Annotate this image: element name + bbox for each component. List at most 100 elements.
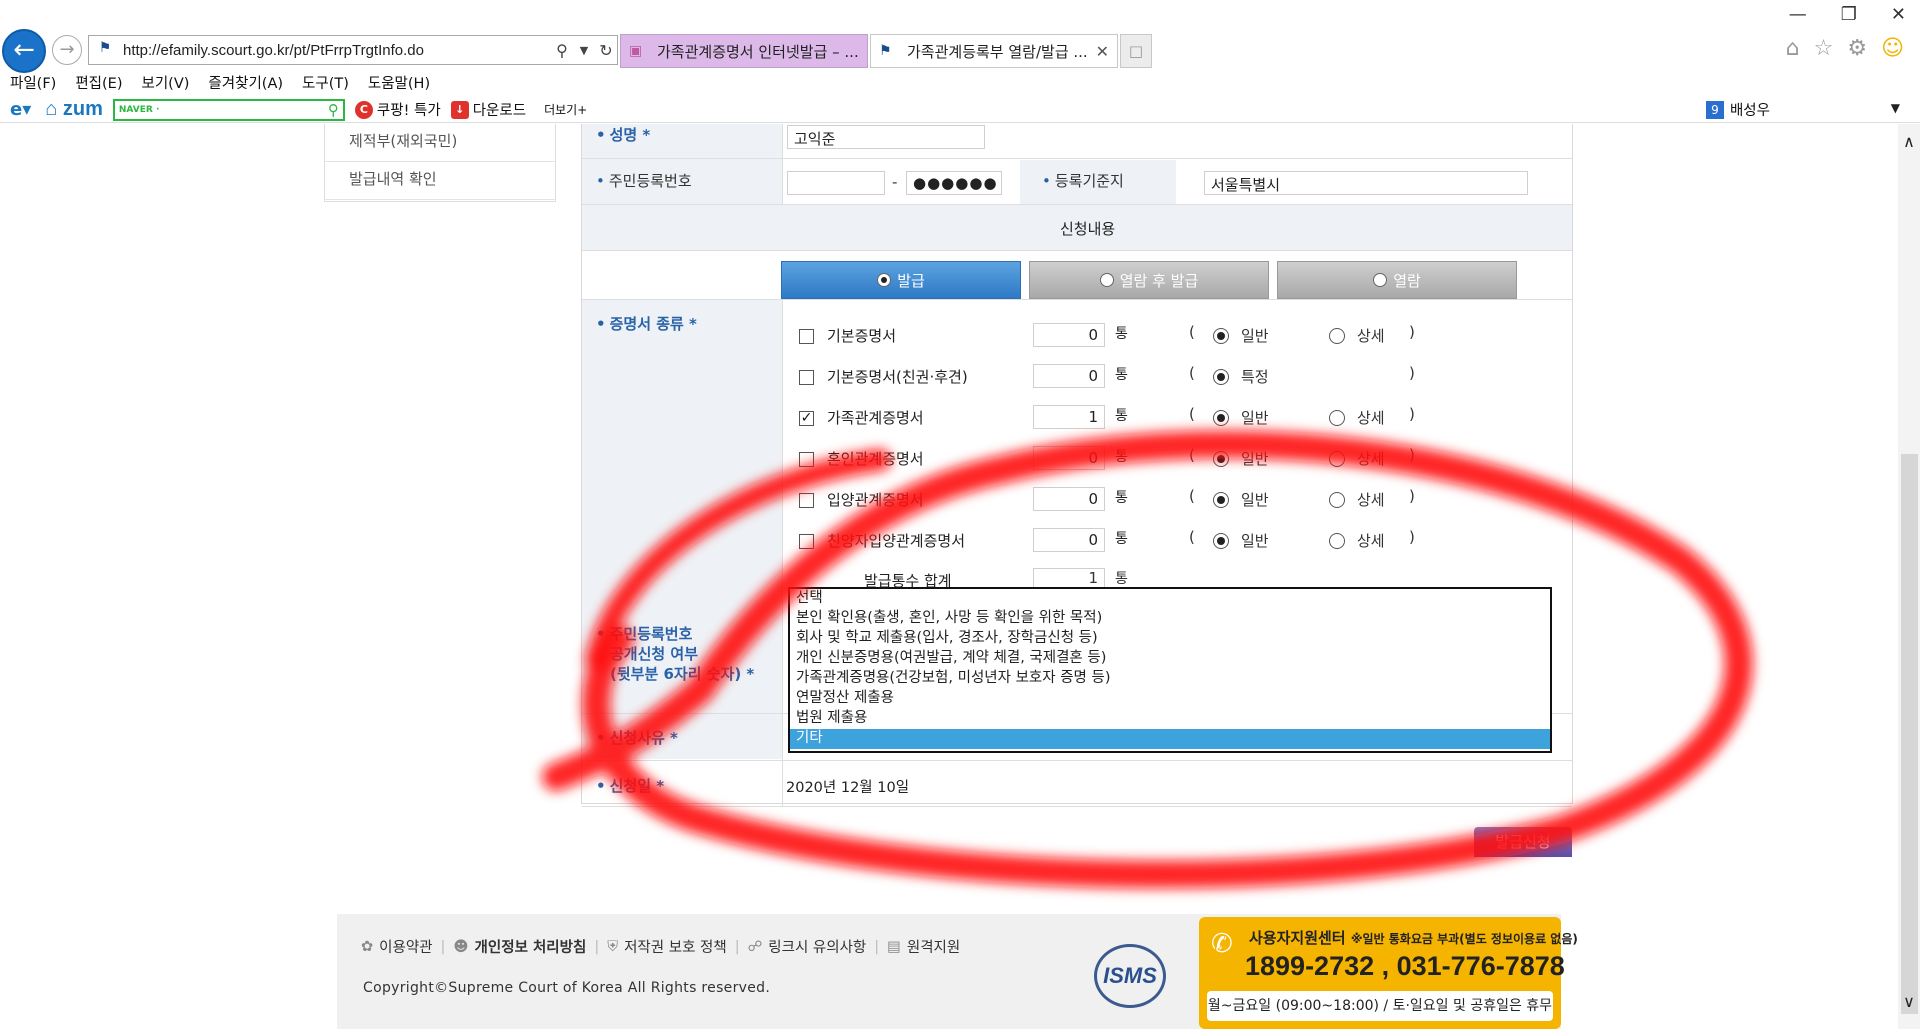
mode-view-then-issue-label: 열람 후 발급	[1119, 271, 1199, 290]
menu-help[interactable]: 도움말(H)	[358, 70, 439, 94]
footer-link-privacy[interactable]: 개인정보 처리방침	[475, 936, 587, 957]
scroll-thumb[interactable]	[1901, 454, 1918, 1014]
terms-icon: ✿	[361, 938, 374, 955]
menu-favorites[interactable]: 즐겨찾기(A)	[198, 70, 292, 94]
name-field[interactable]: 고익준	[787, 125, 985, 149]
close-icon[interactable]: ✕	[1891, 4, 1906, 25]
footer-link-copyright[interactable]: 저작권 보호 정책	[624, 936, 727, 957]
cert-opt-general[interactable]: 일반	[1213, 407, 1269, 428]
fav-download[interactable]: ↓ 다운로드	[450, 99, 526, 120]
reason-option[interactable]: 개인 신분증명용(여권발급, 계약 체결, 국제결혼 등)	[790, 649, 1550, 669]
cert-checkbox[interactable]	[799, 370, 814, 385]
close-tab-icon[interactable]: ✕	[1096, 42, 1109, 61]
reason-option[interactable]: 선택	[790, 589, 1550, 609]
mode-issue-button[interactable]: 발급	[781, 261, 1021, 299]
cert-unit: 통	[1115, 449, 1128, 465]
page-scrollbar[interactable]	[1898, 124, 1920, 1029]
reason-option[interactable]: 법원 제출용	[790, 709, 1550, 729]
search-icon[interactable]: ⚲	[328, 101, 339, 119]
cert-checkbox[interactable]	[799, 329, 814, 344]
scroll-up-icon[interactable]: ∧	[1901, 132, 1917, 151]
cert-checkbox[interactable]	[799, 452, 814, 467]
section-title: 신청내용	[1060, 220, 1116, 238]
menu-view[interactable]: 보기(V)	[132, 70, 199, 94]
gear-icon[interactable]: ⚙	[1847, 36, 1867, 61]
cert-opt-general[interactable]: 일반	[1213, 325, 1269, 346]
fav-coupang[interactable]: C 쿠팡! 특가	[354, 99, 441, 120]
rrn-back-field[interactable]: ●●●●●●	[906, 171, 1002, 195]
url-text[interactable]: http://efamily.scourt.go.kr/pt/PtFrrpTrg…	[123, 42, 551, 59]
cert-qty-field[interactable]: 0	[1033, 323, 1105, 347]
menu-tools[interactable]: 도구(T)	[292, 70, 358, 94]
mode-view-button[interactable]: 열람	[1277, 261, 1517, 299]
footer-link-terms[interactable]: 이용약관	[379, 936, 432, 957]
cert-opt-detail[interactable]: 상세	[1329, 530, 1385, 551]
star-icon[interactable]: ☆	[1814, 36, 1834, 61]
reason-option-selected[interactable]: 기타	[790, 729, 1550, 749]
tab-family-register-view[interactable]: ⚑ 가족관계등록부 열람/발급 ... ✕	[870, 34, 1118, 68]
cert-qty-field[interactable]: 0	[1033, 528, 1105, 552]
reason-option[interactable]: 가족관계증명용(건강보험, 미성년자 보호자 증명 등)	[790, 669, 1550, 689]
naver-search-input[interactable]: NAVER · ⚲	[112, 98, 345, 121]
cert-checkbox-checked[interactable]: ✓	[799, 411, 814, 426]
rrn-disclose-label: • 주민등록번호 공개신청 여부 (뒷부분 6자리 숫자) *	[596, 625, 755, 683]
ie-logo-icon[interactable]: e▾	[10, 99, 31, 120]
minimize-icon[interactable]: —	[1789, 4, 1807, 25]
subnav-item-issue-history[interactable]: 발급내역 확인	[325, 162, 555, 200]
cert-qty-field[interactable]: 0	[1033, 487, 1105, 511]
rrn-front-field[interactable]	[787, 171, 885, 195]
cert-checkbox[interactable]	[799, 493, 814, 508]
new-tab-button[interactable]: □	[1120, 34, 1152, 68]
cert-qty-field[interactable]: 0	[1033, 446, 1105, 470]
cert-checkbox[interactable]	[799, 534, 814, 549]
cert-opt-detail[interactable]: 상세	[1329, 407, 1385, 428]
radio-on-icon	[1213, 450, 1229, 467]
footer-link-remote[interactable]: 원격지원	[907, 936, 960, 957]
cert-unit: 통	[1115, 326, 1128, 342]
cert-opt-detail[interactable]: 상세	[1329, 489, 1385, 510]
cert-qty-field[interactable]: 0	[1033, 364, 1105, 388]
zum-link[interactable]: ⌂ zum	[45, 98, 103, 121]
zum-label: zum	[62, 98, 103, 120]
fav-more-link[interactable]: 더보기+	[544, 101, 587, 118]
mode-view-then-issue-button[interactable]: 열람 후 발급	[1029, 261, 1269, 299]
footer-link-linking[interactable]: 링크시 유의사항	[768, 936, 866, 957]
search-icon[interactable]: ⚲	[551, 41, 573, 60]
reason-option[interactable]: 연말정산 제출용	[790, 689, 1550, 709]
reason-option[interactable]: 회사 및 학교 제출용(입사, 경조사, 장학금신청 등)	[790, 629, 1550, 649]
cert-opt-general[interactable]: 일반	[1213, 448, 1269, 469]
cert-opt-detail[interactable]: 상세	[1329, 448, 1385, 469]
reason-option[interactable]: 본인 확인용(출생, 혼인, 사망 등 확인을 위한 목적)	[790, 609, 1550, 629]
apply-date-value: 2020년 12월 10일	[786, 780, 910, 796]
separator: |	[440, 938, 446, 955]
tab-family-cert-internet[interactable]: ▣ 가족관계증명서 인터넷발급 – ...	[620, 34, 868, 68]
menu-file[interactable]: 파일(F)	[0, 70, 65, 94]
home-icon[interactable]: ⌂	[1786, 36, 1800, 61]
footer-links: ✿ 이용약관 | ☻ 개인정보 처리방침 | ⛨ 저작권 보호 정책 | ☍ 링크시 유…	[361, 936, 960, 957]
submit-button[interactable]: 발급신청	[1474, 827, 1572, 857]
user-account[interactable]: 9 배성우	[1705, 99, 1770, 120]
cert-qty-field[interactable]: 1	[1033, 405, 1105, 429]
reason-dropdown-list[interactable]: 선택 본인 확인용(출생, 혼인, 사망 등 확인을 위한 목적) 회사 및 학…	[788, 587, 1552, 753]
smiley-feedback-icon[interactable]: ☺	[1881, 36, 1904, 61]
chevron-down-icon[interactable]: ▼	[573, 44, 595, 57]
tab-favicon-icon: ▣	[629, 43, 643, 59]
cert-opt-specific[interactable]: 특정	[1213, 366, 1269, 387]
forward-button[interactable]: →	[52, 35, 82, 65]
back-button[interactable]: ←	[2, 29, 46, 73]
cert-opt-general[interactable]: 일반	[1213, 489, 1269, 510]
chevron-down-icon[interactable]: ▼	[1891, 101, 1900, 115]
restore-icon[interactable]: ❐	[1841, 4, 1857, 25]
subnav-item-removed-register[interactable]: 제적부(재외국민)	[325, 124, 555, 162]
address-bar[interactable]: ⚑ http://efamily.scourt.go.kr/pt/PtFrrpT…	[88, 35, 618, 65]
cert-opt-detail[interactable]: 상세	[1329, 325, 1385, 346]
cert-name: 가족관계증명서	[827, 409, 924, 427]
cert-name: 기본증명서(친권·후견)	[827, 368, 968, 386]
cert-name: 친양자입양관계증명서	[827, 532, 966, 550]
scroll-down-icon[interactable]: ∨	[1901, 992, 1917, 1011]
menu-edit[interactable]: 편집(E)	[65, 70, 131, 94]
cert-opt-general[interactable]: 일반	[1213, 530, 1269, 551]
reason-label: • 신청사유 *	[596, 729, 678, 747]
base-field[interactable]: 서울특별시	[1204, 171, 1528, 195]
refresh-icon[interactable]: ↻	[595, 41, 617, 60]
